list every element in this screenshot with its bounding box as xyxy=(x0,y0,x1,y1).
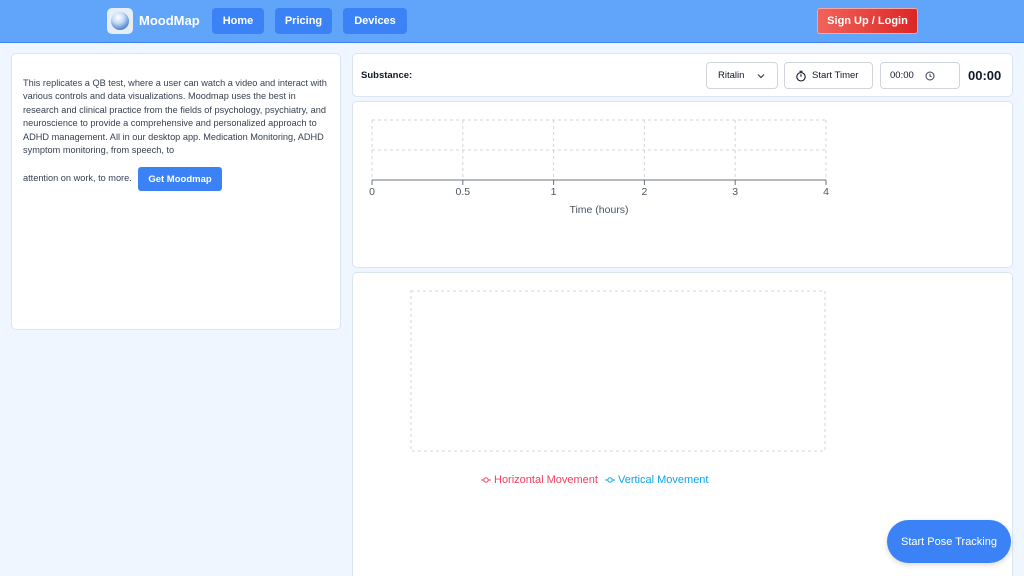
pose-chart-plot-area xyxy=(410,290,826,452)
nav-pricing-button[interactable]: Pricing xyxy=(275,8,332,34)
legend-line-marker-icon xyxy=(481,477,491,483)
chevron-down-icon xyxy=(757,74,765,79)
time-input[interactable]: 00:00 xyxy=(880,62,960,89)
x-tick-label: 1 xyxy=(551,186,557,198)
substance-chart-card: Time (hours) 0 0.5 1 2 3 4 xyxy=(352,101,1013,268)
substance-controls: Substance: Ritalin Start Timer 00:00 00:… xyxy=(352,53,1013,97)
info-description: This replicates a QB test, where a user … xyxy=(23,78,327,156)
moodmap-logo-icon[interactable] xyxy=(107,8,133,34)
legend-horizontal[interactable]: Horizontal Movement xyxy=(481,474,598,486)
time-input-value: 00:00 xyxy=(890,70,914,81)
pose-chart xyxy=(410,290,826,452)
x-tick-label: 2 xyxy=(641,186,647,198)
info-description-tail: attention on work, to more. xyxy=(23,173,132,183)
navbar: MoodMap Home Pricing Devices Sign Up / L… xyxy=(0,0,1024,43)
legend-horizontal-label: Horizontal Movement xyxy=(494,474,598,486)
substance-chart: Time (hours) 0 0.5 1 2 3 4 xyxy=(369,119,829,216)
stopwatch-icon xyxy=(796,70,806,82)
substance-select[interactable]: Ritalin xyxy=(706,62,778,89)
clock-icon xyxy=(925,71,935,81)
start-timer-button[interactable]: Start Timer xyxy=(784,62,873,89)
nav-home-button[interactable]: Home xyxy=(212,8,264,34)
legend-line-marker-icon xyxy=(605,477,615,483)
logo-text[interactable]: MoodMap xyxy=(139,13,200,28)
legend-vertical[interactable]: Vertical Movement xyxy=(605,474,708,486)
start-pose-tracking-button[interactable]: Start Pose Tracking xyxy=(887,520,1011,563)
substance-select-value: Ritalin xyxy=(718,70,745,81)
start-timer-label: Start Timer xyxy=(812,70,859,81)
x-axis-label: Time (hours) xyxy=(569,204,628,216)
x-tick-label: 0.5 xyxy=(455,186,470,198)
legend-vertical-label: Vertical Movement xyxy=(618,474,709,486)
signup-login-button[interactable]: Sign Up / Login xyxy=(817,8,918,34)
substance-label: Substance: xyxy=(361,70,413,81)
x-tick-label: 3 xyxy=(732,186,738,198)
time-display: 00:00 xyxy=(968,68,1002,83)
get-moodmap-button[interactable]: Get Moodmap xyxy=(138,167,222,191)
x-tick-label: 4 xyxy=(823,186,829,198)
x-tick-label: 0 xyxy=(369,186,375,198)
info-card: This replicates a QB test, where a user … xyxy=(11,53,341,330)
nav-devices-button[interactable]: Devices xyxy=(343,8,407,34)
